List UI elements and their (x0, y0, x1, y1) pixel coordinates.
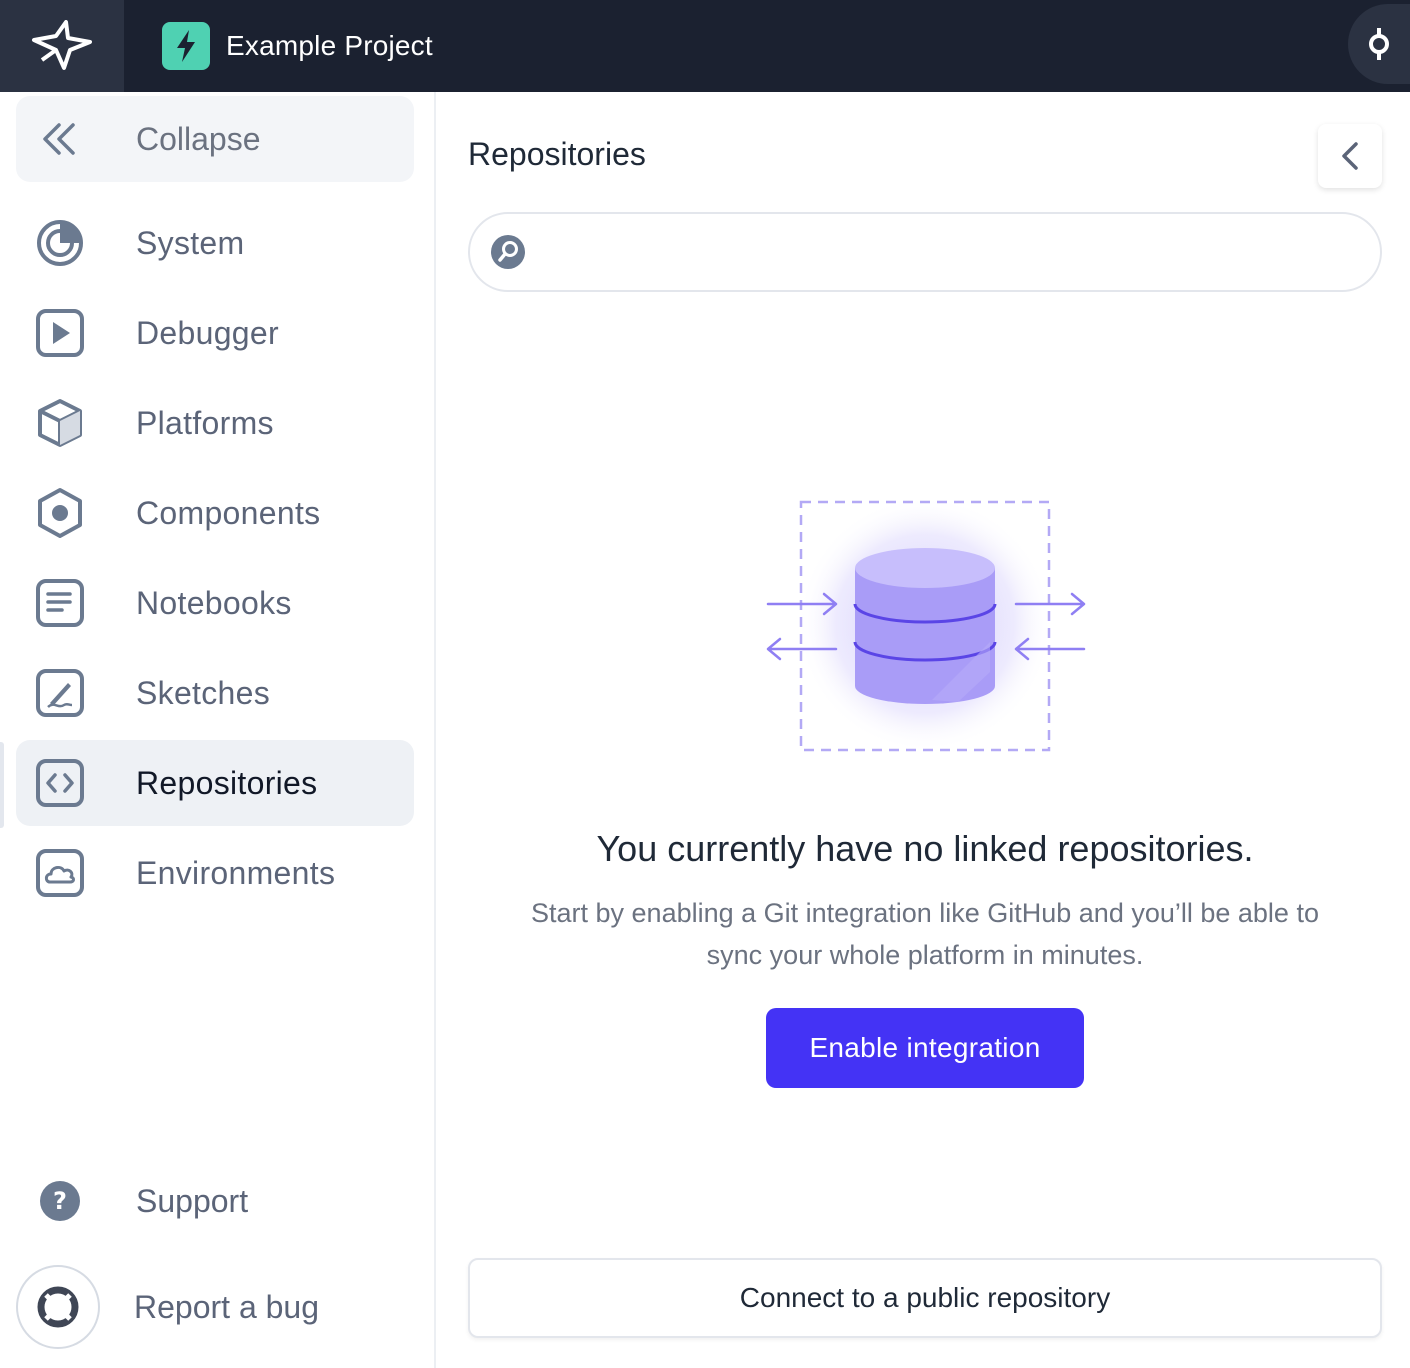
hexagon-icon (16, 487, 104, 539)
empty-state-description-line2: sync your whole platform in minutes. (706, 940, 1144, 970)
database-illustration (766, 496, 1086, 752)
project-name[interactable]: Example Project (226, 30, 433, 62)
search-input[interactable] (542, 222, 1362, 282)
double-chevron-left-icon (16, 121, 102, 157)
sidebar-item-label: Components (136, 494, 321, 531)
sidebar-item-notebooks[interactable]: Notebooks (16, 560, 414, 646)
code-brackets-icon (16, 757, 104, 809)
search-icon (491, 235, 525, 269)
play-icon (16, 307, 104, 359)
connect-public-repository-button[interactable]: Connect to a public repository (468, 1258, 1382, 1338)
app-logo[interactable] (0, 0, 124, 92)
page-title: Repositories (468, 136, 646, 172)
sidebar-item-label: Environments (136, 854, 336, 891)
main-panel: Repositories You currently have no linke… (436, 92, 1410, 1368)
empty-state-description: Start by enabling a Git integration like… (476, 892, 1374, 976)
sidebar-item-environments[interactable]: Environments (16, 830, 414, 916)
notebook-icon (16, 577, 104, 629)
git-commit-icon (1369, 28, 1389, 60)
chevron-left-icon (1342, 142, 1358, 170)
enable-integration-button[interactable]: Enable integration (766, 1008, 1084, 1088)
cube-icon (16, 397, 104, 449)
support-button[interactable]: ? Support (16, 1158, 414, 1244)
sidebar: Collapse System Debugger Platforms Compo… (0, 92, 436, 1368)
sidebar-item-label: Notebooks (136, 584, 292, 621)
cloud-icon (16, 847, 104, 899)
sidebar-item-repositories[interactable]: Repositories (16, 740, 414, 826)
sidebar-item-debugger[interactable]: Debugger (16, 290, 414, 376)
report-bug-label: Report a bug (134, 1288, 320, 1325)
star-logo-icon (32, 20, 92, 70)
sidebar-item-label: Platforms (136, 404, 274, 441)
sidebar-item-system[interactable]: System (16, 200, 414, 286)
sidebar-item-sketches[interactable]: Sketches (16, 650, 414, 736)
support-label: Support (136, 1182, 249, 1219)
system-gauge-icon (16, 217, 104, 269)
question-circle-icon: ? (16, 1179, 104, 1223)
empty-state-title: You currently have no linked repositorie… (596, 828, 1254, 869)
sidebar-item-label: Debugger (136, 314, 279, 351)
sidebar-item-platforms[interactable]: Platforms (16, 380, 414, 466)
sidebar-item-label: System (136, 224, 245, 261)
collapse-panel-button[interactable] (1318, 124, 1382, 188)
top-bar: Example Project (0, 0, 1410, 92)
project-icon[interactable] (162, 22, 210, 70)
report-bug-button[interactable]: Report a bug (16, 1264, 414, 1350)
commit-button[interactable] (1348, 4, 1410, 84)
lightning-icon (177, 30, 195, 62)
sketch-pen-icon (16, 667, 104, 719)
sidebar-item-label: Repositories (136, 764, 318, 801)
collapse-button[interactable]: Collapse (16, 96, 414, 182)
svg-text:?: ? (53, 1187, 67, 1215)
search-bar[interactable] (468, 212, 1382, 292)
active-indicator (0, 742, 4, 828)
lifebuoy-icon (16, 1265, 100, 1349)
collapse-label: Collapse (136, 120, 261, 157)
sidebar-item-label: Sketches (136, 674, 271, 711)
empty-state-description-line1: Start by enabling a Git integration like… (531, 898, 1319, 928)
sidebar-item-components[interactable]: Components (16, 470, 414, 556)
